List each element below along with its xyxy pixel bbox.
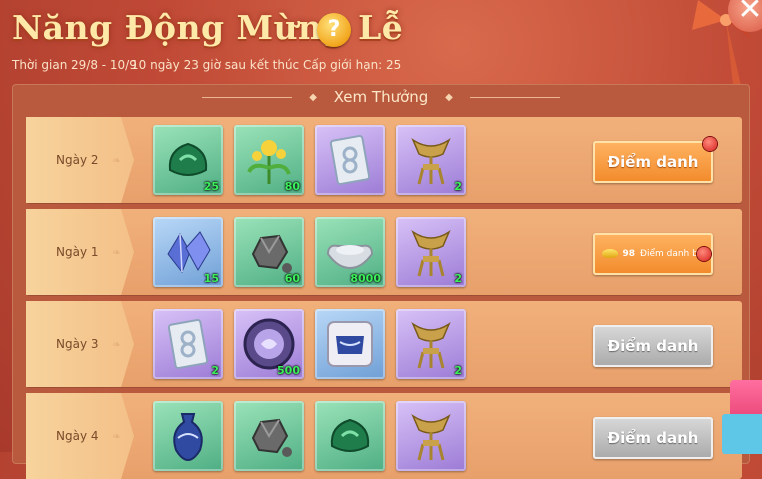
reward-item-slot[interactable] [315,401,385,471]
reward-item-slot[interactable]: 8000 [315,217,385,287]
day-label: Ngày 4 [56,429,99,443]
item-quantity: 500 [277,364,300,377]
day-tab: Ngày 1 ❧ [26,209,134,295]
button-label: Điểm danh [607,337,699,355]
cloud-ornament-icon: ❧ [112,430,122,443]
diamond-ornament-icon: ◆ [445,91,453,103]
day-label: Ngày 3 [56,337,99,351]
item-quantity: 2 [454,180,462,193]
day-tab: Ngày 4 ❧ [26,393,134,479]
panel-title: Xem Thưởng [333,88,429,106]
item-quantity: 15 [203,272,219,285]
makeup-checkin-button[interactable]: 98 Điểm danh bù [593,233,713,275]
reward-item-slot[interactable] [315,309,385,379]
day-tab: Ngày 3 ❧ [26,301,134,387]
reward-item-slot[interactable] [315,125,385,195]
reward-item-slot[interactable] [396,401,466,471]
button-label: Điểm danh [607,429,699,447]
reward-item-slot[interactable]: 80 [234,125,304,195]
item-quantity: 60 [284,272,300,285]
button-label: Điểm danh bù [639,249,704,259]
reward-row: Ngày 4 ❧ Điểm danh [26,393,742,479]
reward-item-slot[interactable]: 500 [234,309,304,379]
item-quantity: 2 [454,364,462,377]
day-tab: Ngày 2 ❧ [26,117,134,203]
reward-item-slot[interactable]: 2 [153,309,223,379]
header-divider-right [469,97,560,98]
reward-item-slot[interactable]: 60 [234,217,304,287]
item-quantity: 2 [211,364,219,377]
checkin-cost: 98 [622,249,635,259]
cloud-ornament-icon: ❧ [112,246,122,259]
gold-ingot-icon [602,249,619,258]
reward-item-slot[interactable]: 15 [153,217,223,287]
panel-header: ◆ Xem Thưởng ◆ [12,84,750,110]
item-quantity: 8000 [350,272,381,285]
diamond-ornament-icon: ◆ [309,91,317,103]
reward-item-slot[interactable] [234,401,304,471]
header: Năng Động Mừng Lễ ? Thời gian 29/8 - 10/… [0,0,762,95]
item-quantity: 25 [203,180,219,193]
day-label: Ngày 1 [56,245,99,259]
date-range: 29/8 - 10/9 [71,58,137,72]
reward-row: Ngày 3 ❧ 2 500 2 Điểm danh [26,301,742,387]
button-label: Điểm danh [607,153,699,171]
gift-box-icon[interactable] [722,414,762,454]
checkin-button[interactable]: Điểm danh [593,417,713,459]
item-quantity: 2 [454,272,462,285]
help-icon[interactable]: ? [317,13,351,47]
day-label: Ngày 2 [56,153,99,167]
notification-dot [703,137,717,151]
reward-item-slot[interactable]: 2 [396,125,466,195]
notification-dot [697,247,711,261]
cloud-ornament-icon: ❧ [112,338,122,351]
reward-item-slot[interactable]: 2 [396,217,466,287]
reward-item-slot[interactable]: 2 [396,309,466,379]
checkin-button[interactable]: Điểm danh [593,325,713,367]
item-quantity: 80 [284,180,300,193]
reward-item-slot[interactable] [153,401,223,471]
countdown: 10 ngày 23 giờ sau kết thúc [131,58,300,72]
reward-row: Ngày 2 ❧ 25 80 2 Điểm danh [26,117,742,203]
header-divider-left [202,97,293,98]
reward-item-slot[interactable]: 25 [153,125,223,195]
reward-row: Ngày 1 ❧ 15 60 8000 2 98 Điểm danh bù [26,209,742,295]
time-label: Thời gian [12,58,68,72]
level-limit: Cấp giới hạn: 25 [303,58,402,72]
checkin-button[interactable]: Điểm danh [593,137,717,183]
cloud-ornament-icon: ❧ [112,154,122,167]
